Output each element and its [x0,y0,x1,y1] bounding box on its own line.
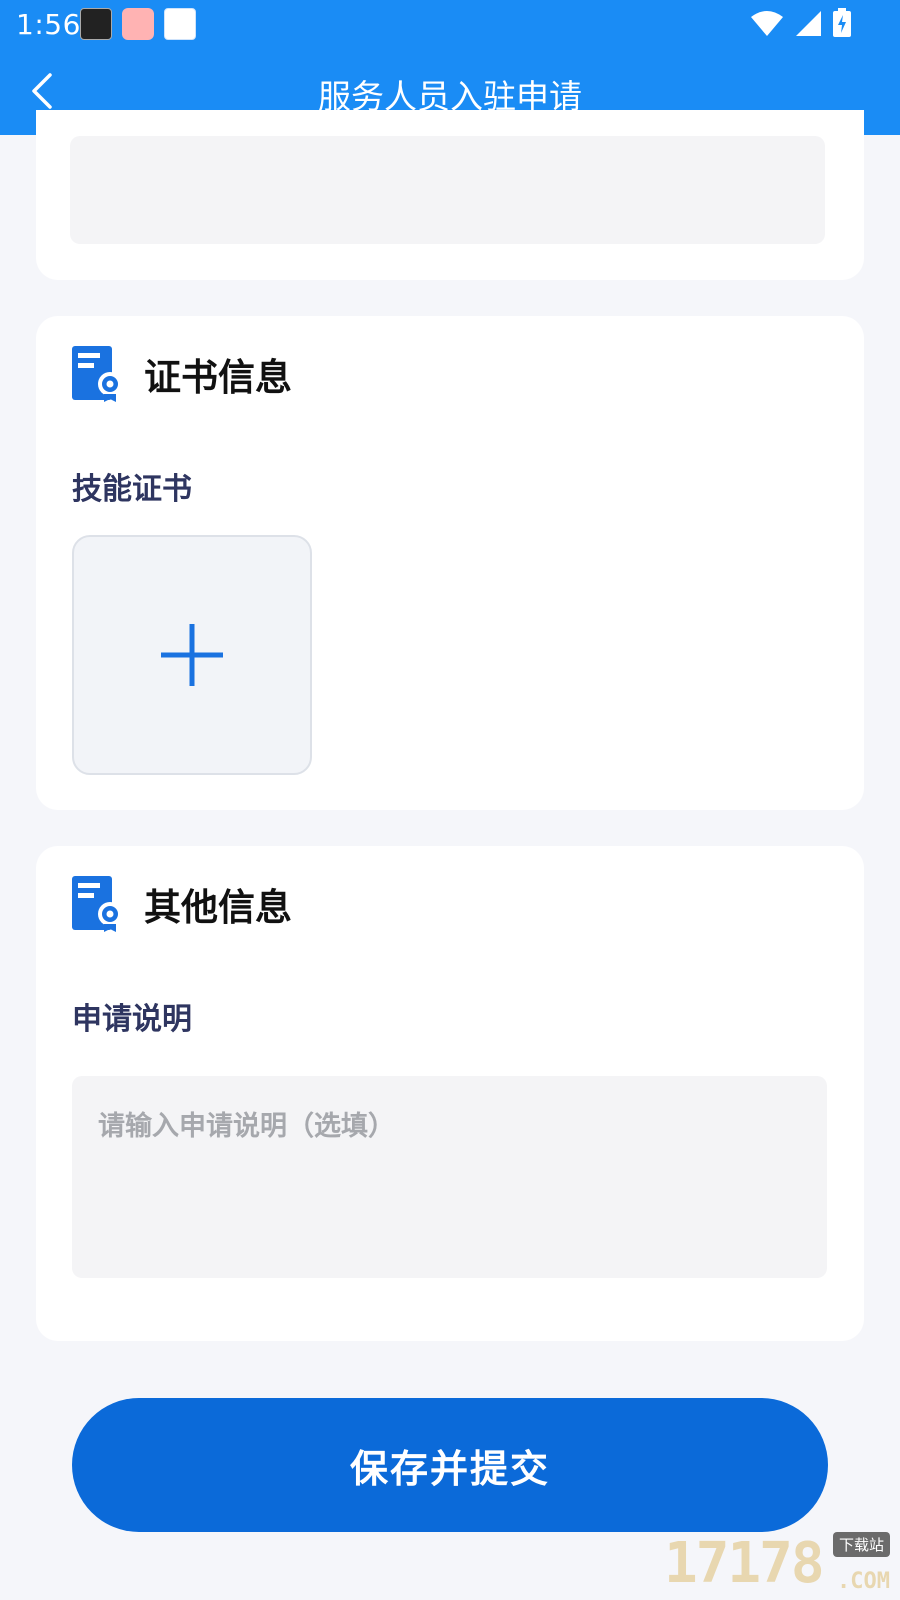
certificate-icon [72,876,122,932]
certificate-icon [72,346,122,402]
food-app-icon [122,8,154,40]
application-description-input[interactable] [72,1076,827,1278]
previous-section-card [36,110,864,280]
certificate-section-title: 证书信息 [144,356,292,399]
watermark: 17178 下载站 .COM [664,1531,894,1596]
status-bar: 1:56 [0,0,900,48]
watermark-tag: 下载站 [832,1532,890,1557]
service-app-icon [164,8,196,40]
watermark-suffix: .COM [837,1569,890,1594]
status-time: 1:56 [16,8,81,41]
certificate-section-header: 证书信息 [70,344,292,404]
previous-section-field[interactable] [70,136,825,244]
skill-certificate-upload[interactable] [72,535,312,775]
watermark-number: 17178 [664,1531,825,1596]
other-info-section: 其他信息 申请说明 [36,846,864,1341]
plus-icon [161,624,223,686]
application-description-label: 申请说明 [72,1002,192,1037]
battery-charging-icon [833,8,851,37]
other-info-section-title: 其他信息 [144,886,292,929]
status-indicators [750,8,852,38]
other-info-section-header: 其他信息 [70,874,292,934]
wifi-icon [751,11,783,36]
skill-certificate-label: 技能证书 [72,472,192,507]
signal-icon [796,11,821,36]
calendar-app-icon [80,8,112,40]
save-and-submit-button[interactable]: 保存并提交 [72,1398,828,1532]
status-app-icons [80,8,196,40]
certificate-section: 证书信息 技能证书 [36,316,864,810]
